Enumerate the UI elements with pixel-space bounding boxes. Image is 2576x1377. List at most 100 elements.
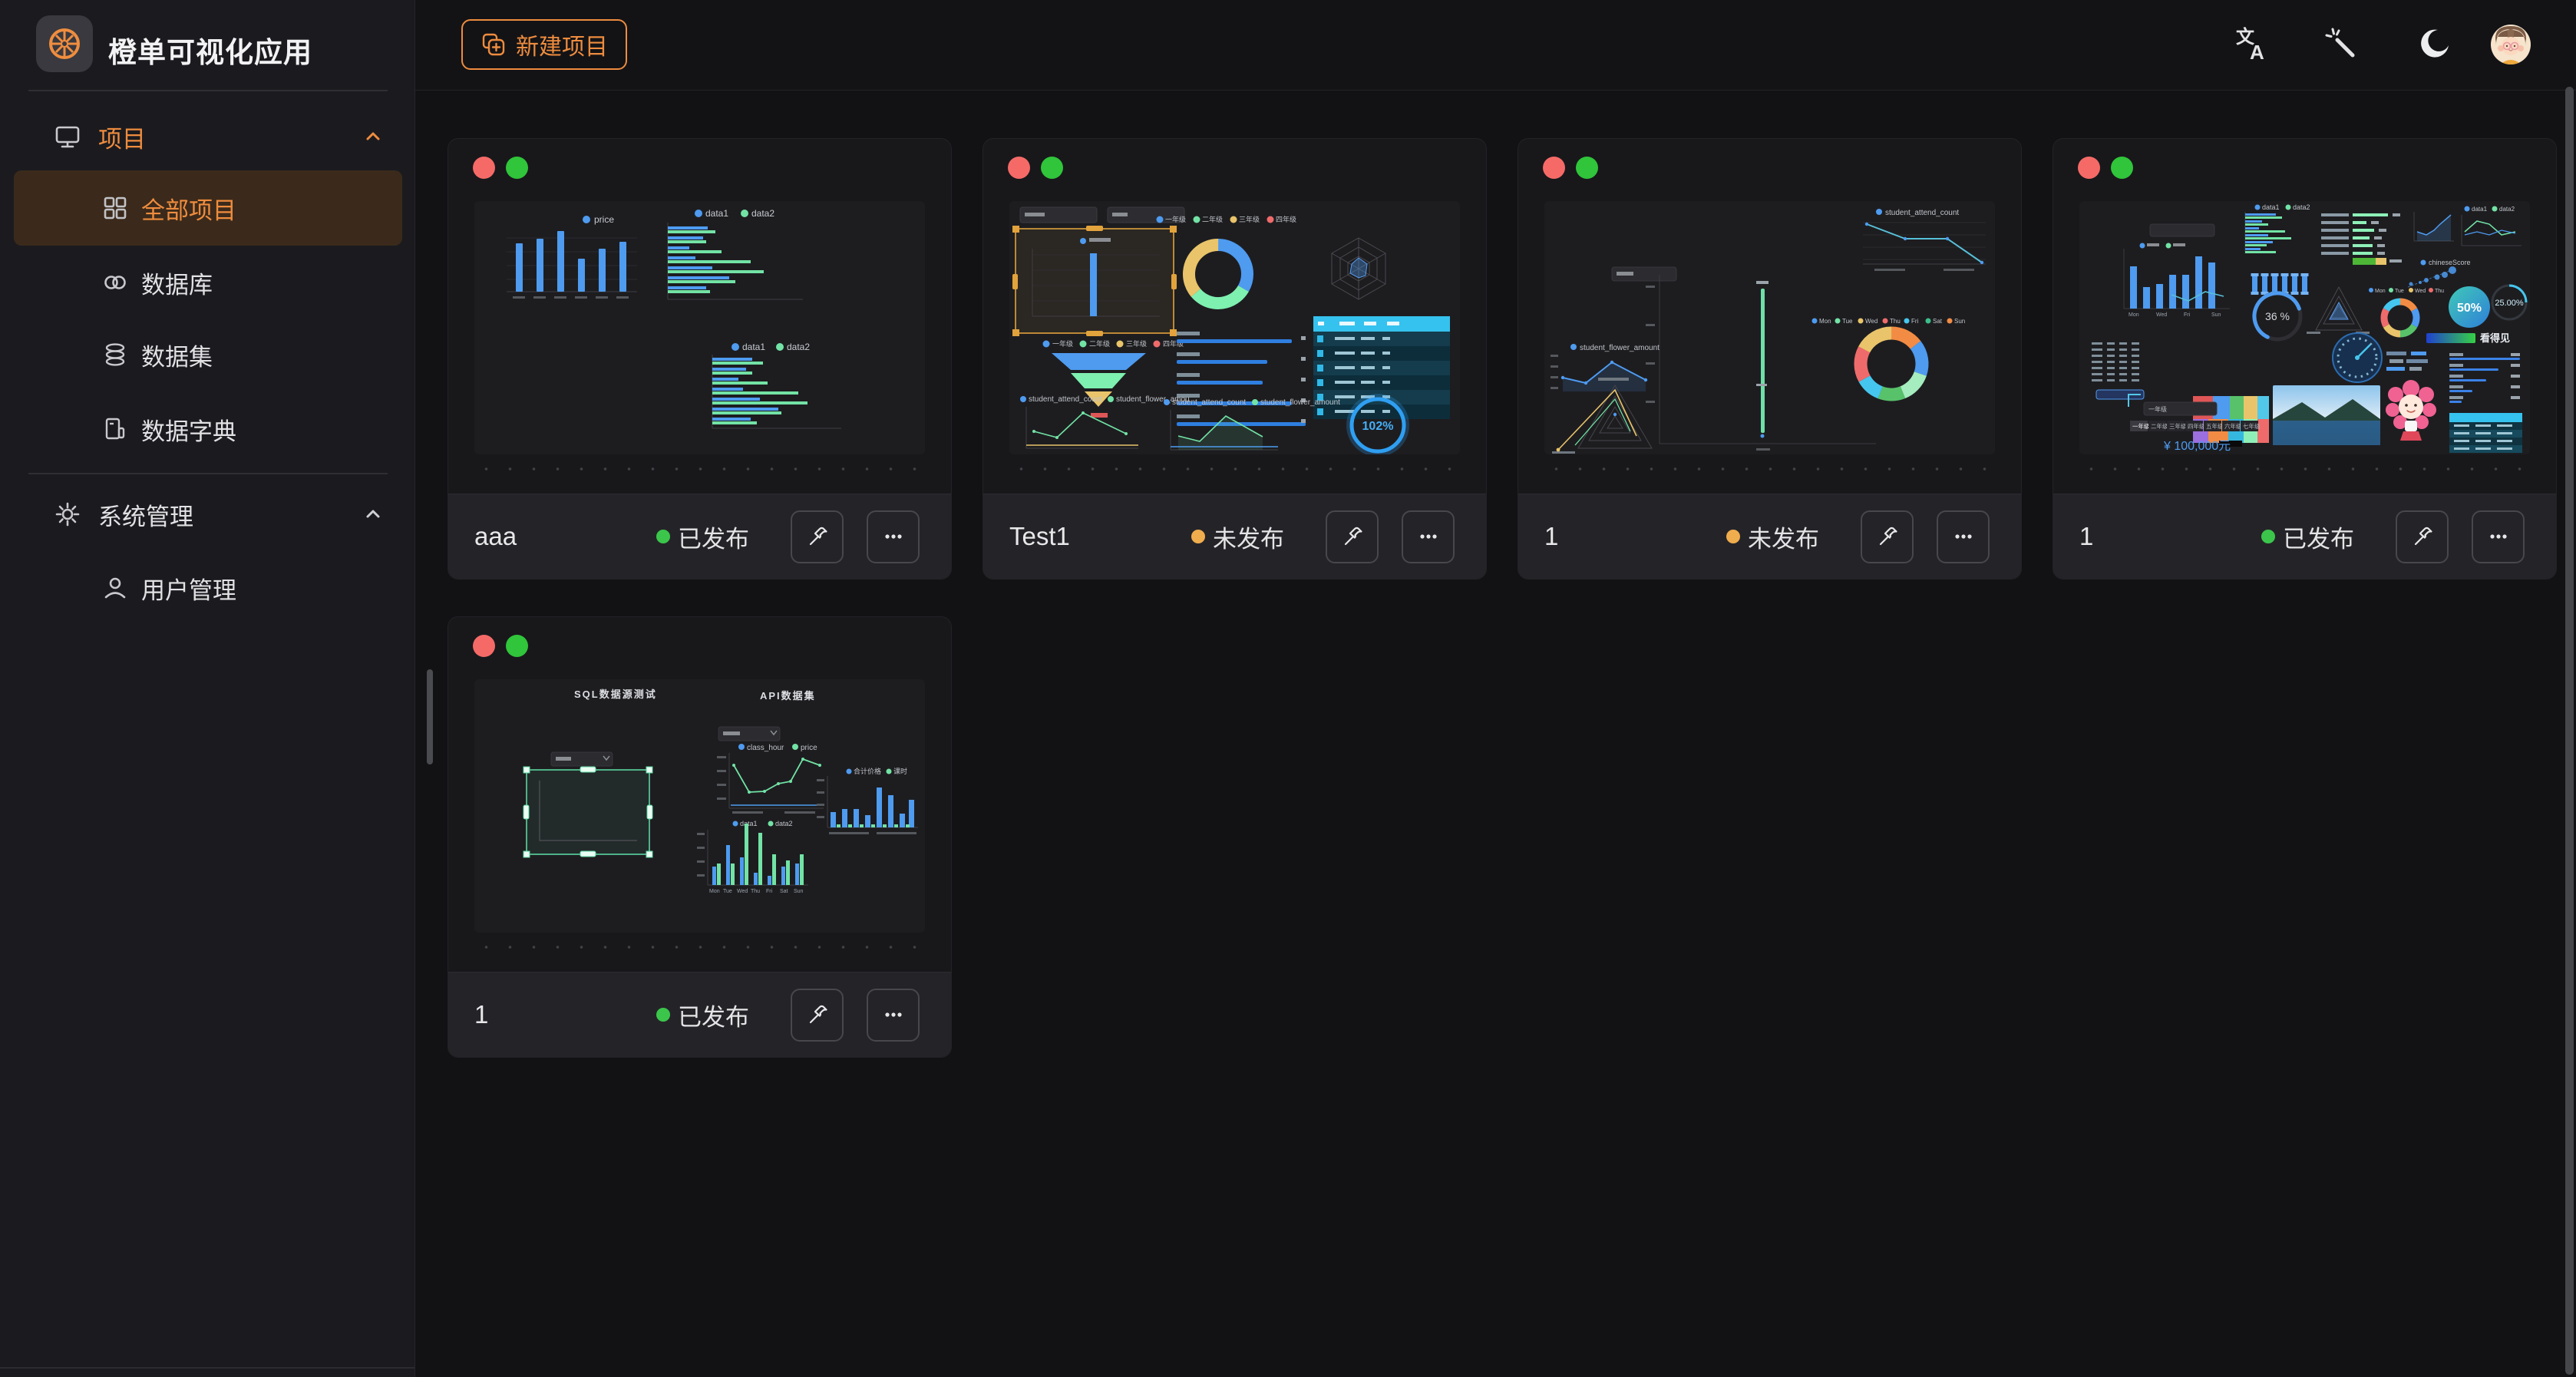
status-badge: 已发布 [656, 998, 749, 1032]
svg-text:36 %: 36 % [2265, 310, 2290, 322]
thumbnail-dots-row [474, 467, 925, 471]
svg-text:Sat: Sat [780, 889, 788, 894]
status-dot [1191, 530, 1205, 543]
mini-triangle-radar [2307, 287, 2370, 334]
content-scrollbar-thumb[interactable] [427, 669, 433, 764]
orange-logo-icon [47, 26, 82, 61]
more-actions-button[interactable] [1937, 510, 1990, 563]
sidebar-item-database[interactable]: 数据库 [0, 258, 414, 307]
svg-text:Mon: Mon [2375, 289, 2386, 294]
window-scrollbar-thumb[interactable] [2565, 87, 2574, 1375]
mini-donut [1848, 321, 1934, 407]
status-badge: 已发布 [2261, 520, 2354, 554]
sidebar-item-user-management[interactable]: 用户管理 [0, 563, 414, 613]
selected-widget [523, 767, 652, 857]
svg-text:二年级: 二年级 [1089, 339, 1110, 348]
svg-text:Wed: Wed [1865, 318, 1878, 325]
svg-text:二年级: 二年级 [2151, 422, 2168, 430]
chevron-up-icon [362, 504, 384, 525]
project-thumbnail[interactable]: student_attend_count [1544, 201, 1995, 454]
sidebar-group-system[interactable]: 系统管理 [0, 490, 414, 539]
svg-text:三年级: 三年级 [2169, 422, 2187, 430]
window-dot-red [1543, 157, 1565, 179]
svg-text:class_hour: class_hour [747, 744, 784, 752]
svg-text:data2: data2 [787, 342, 810, 352]
new-project-button[interactable]: 新建项目 [461, 19, 627, 70]
sidebar-group-projects[interactable]: 项目 [0, 112, 414, 161]
sidebar-item-dataset[interactable]: 数据集 [0, 330, 414, 379]
svg-text:data1: data1 [740, 820, 758, 827]
project-card[interactable]: SQL数据源测试 API数据集 [447, 616, 952, 1058]
svg-text:price: price [801, 744, 817, 752]
mini-left-table [2092, 342, 2144, 399]
svg-text:Sun: Sun [2211, 312, 2221, 318]
svg-text:data1: data1 [742, 342, 765, 352]
sidebar-item-data-dictionary[interactable]: 数据字典 [0, 405, 414, 454]
project-thumbnail[interactable]: SQL数据源测试 API数据集 [474, 679, 925, 933]
svg-text:Thu: Thu [2435, 289, 2444, 294]
mini-line-chart: student_attend_count [1863, 209, 1986, 271]
grid-icon [102, 195, 128, 221]
project-card[interactable]: 一年级 二年级 三年级 四年级 一年级 [983, 138, 1487, 580]
thumb-title-sql: SQL数据源测试 [574, 688, 657, 700]
more-actions-button[interactable] [1402, 510, 1455, 563]
mini-line-chart: class_hour price [717, 744, 824, 814]
mini-bar-chart: 合计价格 课时 [817, 767, 918, 834]
project-name: Test1 [1009, 522, 1070, 551]
project-name: 1 [474, 1000, 488, 1029]
project-card[interactable]: Mon Wed Fri Sun data1 data2 [2053, 138, 2557, 580]
mini-green-list [2321, 213, 2402, 265]
user-avatar[interactable] [2488, 21, 2534, 68]
svg-text:Tue: Tue [1842, 318, 1853, 325]
more-actions-button[interactable] [867, 989, 920, 1042]
svg-text:三年级: 三年级 [1126, 339, 1147, 348]
svg-text:四年级: 四年级 [1276, 215, 1296, 223]
sidebar-group-label: 项目 [98, 120, 146, 154]
edit-build-button[interactable] [1326, 510, 1379, 563]
hammer-icon [804, 1001, 831, 1029]
selected-widget [1012, 226, 1177, 336]
svg-text:student_attend_count: student_attend_count [1172, 398, 1246, 407]
window-dot-red [2078, 157, 2100, 179]
project-thumbnail[interactable]: price [474, 201, 925, 454]
project-thumbnail[interactable]: Mon Wed Fri Sun data1 data2 [2079, 201, 2530, 454]
mini-rank-list [2449, 353, 2520, 403]
money-label: ¥ 100,000元 [2163, 440, 2231, 453]
svg-text:A: A [2250, 41, 2264, 64]
mini-percent-ring: 25.00% [2492, 286, 2526, 319]
mini-word-cloud [2386, 352, 2428, 371]
status-badge: 未发布 [1726, 520, 1819, 554]
magic-wand-icon[interactable] [2319, 21, 2365, 68]
edit-build-button[interactable] [791, 510, 844, 563]
translate-icon[interactable]: 文 A [2227, 21, 2273, 68]
more-actions-button[interactable] [867, 510, 920, 563]
edit-build-button[interactable] [791, 989, 844, 1042]
moon-icon[interactable] [2411, 21, 2457, 68]
svg-text:Thu: Thu [1890, 318, 1901, 325]
svg-text:七年级: 七年级 [2243, 422, 2261, 430]
ellipsis-icon [2485, 523, 2512, 550]
sidebar-group-label: 系统管理 [98, 497, 193, 532]
svg-text:二年级: 二年级 [1202, 215, 1223, 223]
edit-build-button[interactable] [2396, 510, 2449, 563]
topbar: 新建项目 文 A [415, 0, 2576, 91]
project-card[interactable]: price [447, 138, 952, 580]
svg-text:Fri: Fri [2184, 312, 2191, 318]
svg-text:Wed: Wed [2415, 289, 2426, 294]
svg-text:Sun: Sun [1954, 318, 1965, 325]
status-dot [2261, 530, 2275, 543]
svg-text:Sun: Sun [794, 889, 804, 894]
hammer-icon [2409, 523, 2436, 550]
project-card[interactable]: student_attend_count [1518, 138, 2022, 580]
sidebar-item-all-projects[interactable]: 全部项目 [14, 170, 402, 246]
svg-text:Fri: Fri [1911, 318, 1919, 325]
thumbnail-dots-row [1009, 467, 1460, 471]
svg-text:五年级: 五年级 [2206, 422, 2224, 430]
more-actions-button[interactable] [2472, 510, 2525, 563]
card-footer: 1 已发布 [2053, 494, 2556, 579]
edit-build-button[interactable] [1861, 510, 1914, 563]
project-thumbnail[interactable]: 一年级 二年级 三年级 四年级 一年级 [1009, 201, 1460, 454]
new-project-label: 新建项目 [516, 28, 608, 61]
sidebar-item-label: 用户管理 [141, 571, 236, 606]
svg-text:三年级: 三年级 [1239, 215, 1260, 223]
